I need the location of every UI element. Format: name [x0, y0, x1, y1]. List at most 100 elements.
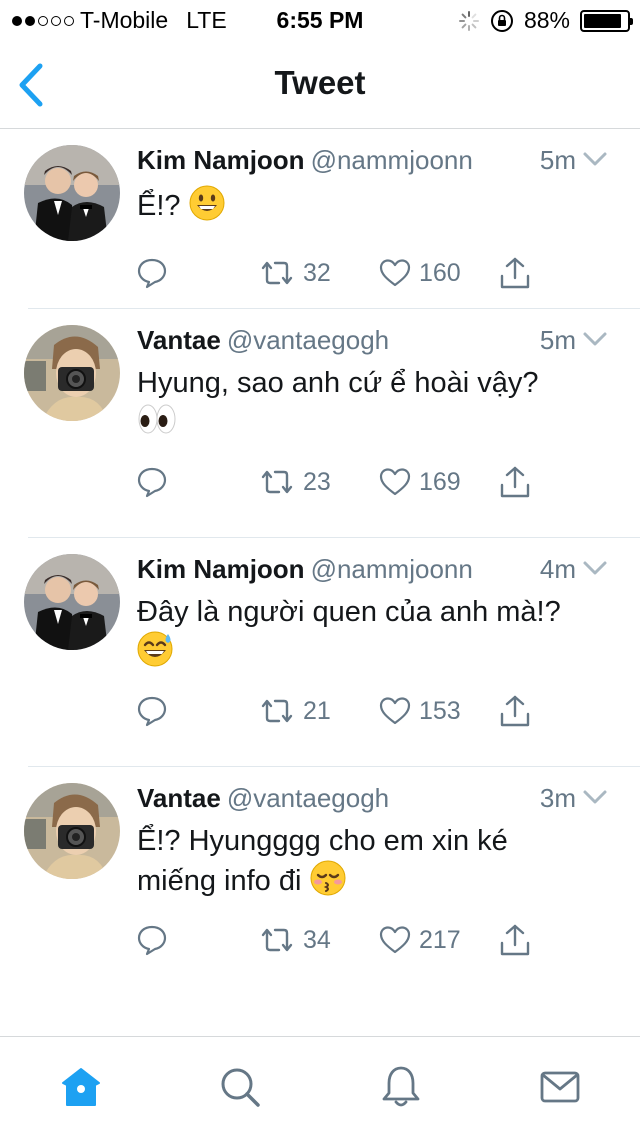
- chevron-down-icon[interactable]: [582, 149, 608, 169]
- share-button[interactable]: [499, 693, 531, 729]
- retweet-count: 23: [303, 467, 331, 496]
- tweet-header: Kim Namjoon @nammjoonn 5m: [137, 145, 610, 179]
- grinning-face-icon: [189, 185, 225, 221]
- tweet[interactable]: Vantae @vantaegogh 3m Ể!? Hyungggg cho em…: [0, 767, 640, 995]
- username-handle[interactable]: @nammjoonn: [311, 145, 473, 175]
- retweet-button[interactable]: 34: [259, 922, 331, 958]
- tweet-header: Vantae @vantaegogh 3m: [137, 783, 610, 817]
- avatar[interactable]: [24, 554, 120, 650]
- like-count: 160: [419, 258, 461, 287]
- tab-home[interactable]: [57, 1063, 105, 1111]
- username-handle[interactable]: @vantaegogh: [227, 783, 389, 813]
- chevron-down-icon[interactable]: [582, 787, 608, 807]
- like-count: 153: [419, 696, 461, 725]
- tweet-actions: 32 160: [137, 255, 557, 291]
- chevron-down-icon[interactable]: [582, 558, 608, 578]
- display-name[interactable]: Kim Namjoon: [137, 554, 305, 584]
- like-count: 169: [419, 467, 461, 496]
- share-icon: [500, 466, 530, 498]
- reply-button[interactable]: [137, 922, 167, 958]
- display-name[interactable]: Kim Namjoon: [137, 145, 305, 175]
- tweet[interactable]: Kim Namjoon @nammjoonn 5m Ể!? 32 160: [0, 129, 640, 309]
- heart-icon: [379, 468, 411, 496]
- tweet-thread: Kim Namjoon @nammjoonn 5m Ể!? 32 160 Van…: [0, 129, 640, 995]
- tweet-text: Ể!?: [137, 185, 610, 225]
- navigation-bar: Tweet: [0, 40, 640, 129]
- eyes-icon: [138, 404, 176, 434]
- share-icon: [500, 924, 530, 956]
- tweet-text: Hyung, sao anh cứ ể hoài vậy?: [137, 365, 610, 440]
- timestamp: 5m: [539, 145, 576, 175]
- retweet-button[interactable]: 32: [259, 255, 331, 291]
- display-name[interactable]: Vantae: [137, 783, 221, 813]
- tweet-header: Kim Namjoon @nammjoonn 4m: [137, 554, 610, 588]
- tab-bar: [0, 1036, 640, 1137]
- tab-notifications[interactable]: [377, 1063, 425, 1111]
- rotation-lock-icon: [490, 9, 513, 32]
- status-right: 88%: [458, 7, 633, 34]
- username-handle[interactable]: @vantaegogh: [227, 325, 389, 355]
- tab-messages[interactable]: [536, 1063, 584, 1111]
- tweet[interactable]: Kim Namjoon @nammjoonn 4m Đây là người qu…: [0, 538, 640, 767]
- battery-icon: [580, 9, 633, 32]
- heart-icon: [379, 926, 411, 954]
- username-handle[interactable]: @nammjoonn: [311, 554, 473, 584]
- retweet-button[interactable]: 21: [259, 693, 331, 729]
- avatar[interactable]: [24, 783, 120, 879]
- tweet[interactable]: Vantae @vantaegogh 5m Hyung, sao anh cứ ể…: [0, 309, 640, 538]
- tweet-actions: 23 169: [137, 464, 557, 500]
- grinning-face-with-sweat-icon: [137, 631, 173, 667]
- like-button[interactable]: 217: [379, 922, 461, 958]
- avatar[interactable]: [24, 325, 120, 421]
- share-button[interactable]: [499, 922, 531, 958]
- tab-search[interactable]: [216, 1063, 264, 1111]
- reply-icon: [137, 467, 167, 498]
- share-icon: [500, 695, 530, 727]
- timestamp: 4m: [539, 554, 576, 584]
- heart-icon: [379, 697, 411, 725]
- share-button[interactable]: [499, 255, 531, 291]
- retweet-icon: [261, 928, 293, 952]
- retweet-count: 21: [303, 696, 331, 725]
- tweet-text-content: Ể!?: [137, 190, 181, 222]
- chevron-down-icon[interactable]: [582, 329, 608, 349]
- retweet-count: 34: [303, 925, 331, 954]
- tweet-actions: 34 217: [137, 922, 557, 958]
- heart-icon: [379, 259, 411, 287]
- retweet-icon: [261, 699, 293, 723]
- share-button[interactable]: [499, 464, 531, 500]
- kissing-face-with-closed-eyes-icon: [310, 860, 345, 896]
- reply-button[interactable]: [137, 464, 167, 500]
- notifications-icon: [382, 1066, 420, 1107]
- reply-icon: [137, 925, 167, 956]
- reply-button[interactable]: [137, 255, 167, 291]
- retweet-button[interactable]: 23: [259, 464, 331, 500]
- avatar[interactable]: [24, 145, 120, 241]
- like-button[interactable]: 160: [379, 255, 461, 291]
- retweet-icon: [261, 261, 293, 285]
- tweet-text: Ể!? Hyungggg cho em xin ké miếng info đi: [137, 823, 580, 900]
- tweet-text-content: Hyung, sao anh cứ ể hoài vậy?: [137, 367, 539, 399]
- messages-icon: [540, 1071, 580, 1103]
- like-count: 217: [419, 925, 461, 954]
- tweet-actions: 21 153: [137, 693, 557, 729]
- timestamp: 3m: [539, 783, 576, 813]
- tweet-text-content: Đây là người quen của anh mà!?: [137, 596, 561, 628]
- reply-icon: [137, 258, 167, 289]
- battery-percent: 88%: [523, 7, 570, 33]
- home-icon: [62, 1068, 100, 1106]
- retweet-icon: [261, 470, 293, 494]
- page-title: Tweet: [274, 64, 366, 101]
- share-icon: [500, 257, 530, 289]
- tweet-text: Đây là người quen của anh mà!?: [137, 594, 610, 671]
- retweet-count: 32: [303, 258, 331, 287]
- reply-button[interactable]: [137, 693, 167, 729]
- reply-icon: [137, 696, 167, 727]
- display-name[interactable]: Vantae: [137, 325, 221, 355]
- status-bar: T-Mobile LTE 6:55 PM 88%: [0, 0, 640, 40]
- activity-spinner-icon: [458, 10, 479, 31]
- tweet-header: Vantae @vantaegogh 5m: [137, 325, 610, 359]
- timestamp: 5m: [539, 325, 576, 355]
- like-button[interactable]: 169: [379, 464, 461, 500]
- like-button[interactable]: 153: [379, 693, 461, 729]
